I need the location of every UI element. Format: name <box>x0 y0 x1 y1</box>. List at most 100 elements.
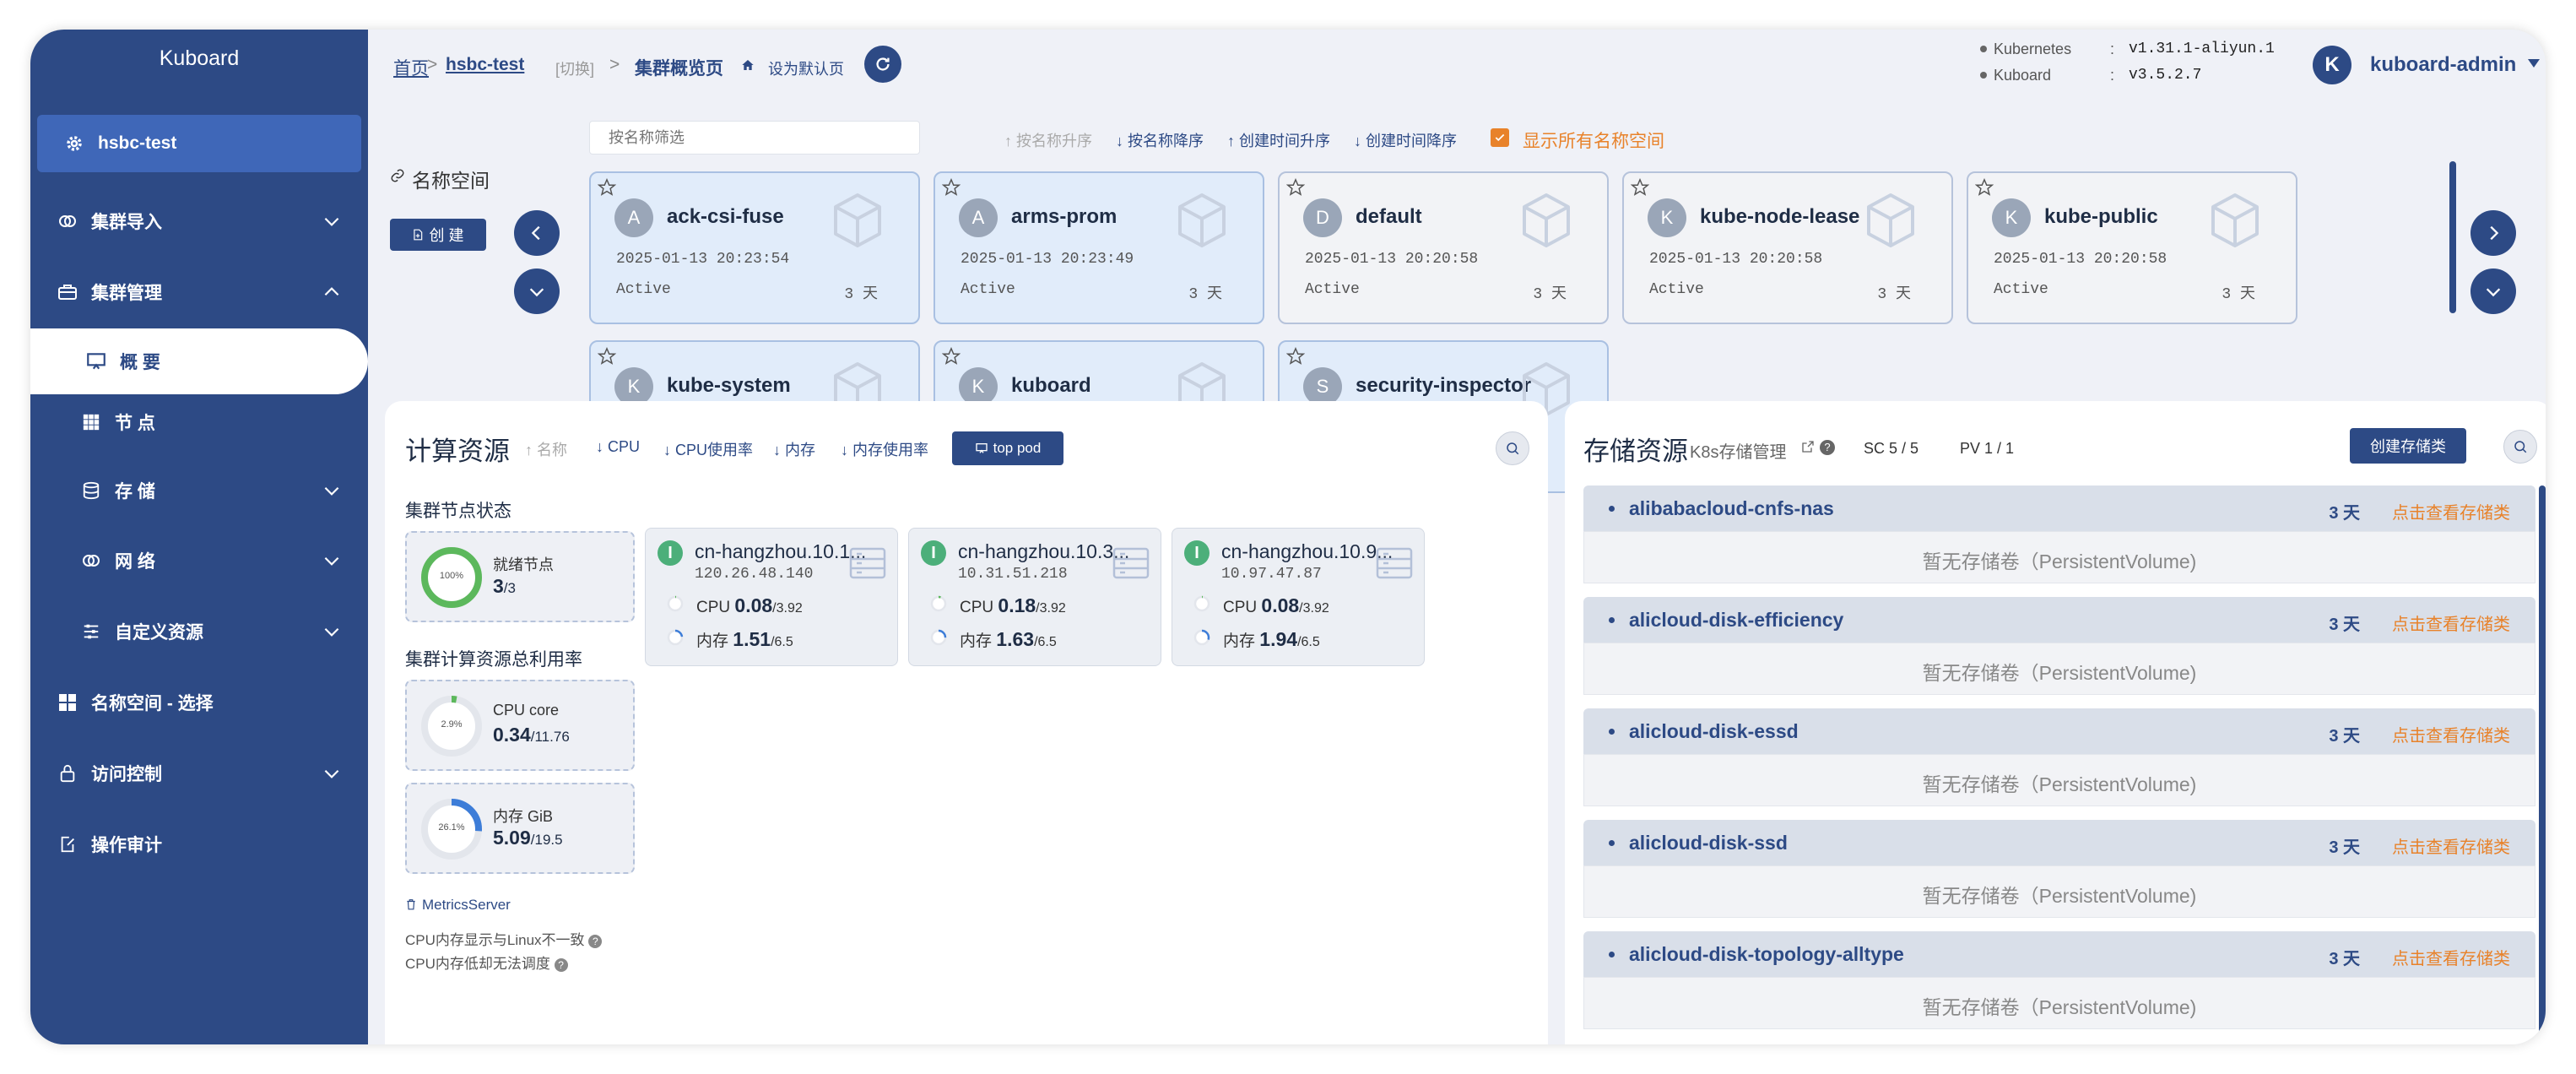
sort-cpu-usage[interactable]: ↓ CPU使用率 <box>663 438 753 460</box>
metrics-server-link[interactable]: MetricsServer <box>422 897 511 914</box>
star-icon[interactable] <box>1286 347 1305 366</box>
sidebar-item-overview[interactable]: 概 要 <box>30 328 368 394</box>
storage-class-name[interactable]: alicloud-disk-essd <box>1629 720 1799 743</box>
scrollbar-thumb[interactable] <box>2449 161 2456 313</box>
sidebar-cluster[interactable]: hsbc-test <box>37 115 361 172</box>
sort-name-asc[interactable]: ↑ 按名称升序 <box>1004 129 1092 151</box>
sort-name[interactable]: ↑ 名称 <box>525 438 567 460</box>
sidebar-item-label: 集群导入 <box>91 213 162 232</box>
zoom-button[interactable] <box>1496 431 1529 465</box>
avatar[interactable]: K <box>2313 46 2351 84</box>
star-icon[interactable] <box>1631 178 1649 197</box>
breadcrumb-cluster[interactable]: hsbc-test <box>446 55 524 75</box>
star-icon[interactable] <box>598 347 616 366</box>
storage-class-header[interactable]: alibabacloud-cnfs-nas 3 天 点击查看存储类 <box>1583 485 2535 531</box>
storage-class-header[interactable]: alicloud-disk-topology-alltype 3 天 点击查看存储类 <box>1583 931 2535 977</box>
sidebar-item-cluster-import[interactable]: 集群导入 <box>30 192 368 251</box>
storage-class-name[interactable]: alicloud-disk-ssd <box>1629 832 1788 854</box>
namespace-card[interactable]: Aarms-prom 2025-01-13 20:23:49 Active 3 天 <box>934 171 1264 324</box>
namespace-avatar: K <box>1648 198 1686 237</box>
help-icon[interactable]: ? <box>1820 440 1835 455</box>
star-icon[interactable] <box>1286 178 1305 197</box>
storage-class-name[interactable]: alicloud-disk-efficiency <box>1629 609 1843 632</box>
note-cpu-schedule[interactable]: CPU内存低却无法调度 ? <box>405 952 568 973</box>
sort-name-desc[interactable]: ↓ 按名称降序 <box>1116 129 1204 151</box>
user-menu[interactable]: kuboard-admin <box>2370 53 2516 77</box>
storage-class-header[interactable]: alicloud-disk-efficiency 3 天 点击查看存储类 <box>1583 597 2535 643</box>
breadcrumb-switch[interactable]: [切换] <box>555 57 594 79</box>
sort-time-asc[interactable]: ↑ 创建时间升序 <box>1227 129 1330 151</box>
mem-mini-gauge <box>930 629 947 646</box>
create-storage-class-button[interactable]: 创建存储类 <box>2350 428 2466 464</box>
view-storage-class-link[interactable]: 点击查看存储类 <box>2392 499 2510 523</box>
server-icon <box>1112 547 1150 579</box>
collapse-button[interactable] <box>2470 268 2516 314</box>
node-card[interactable]: Icn-hangzhou.10.3... 10.31.51.218 CPU 0.18… <box>908 528 1161 666</box>
sidebar-item-network[interactable]: 网 络 <box>30 531 368 590</box>
sort-memory-usage[interactable]: ↓ 内存使用率 <box>841 438 928 460</box>
sidebar-item-nodes[interactable]: 节 点 <box>30 393 368 452</box>
scrollbar-thumb[interactable] <box>2539 485 2546 1044</box>
create-namespace-button[interactable]: 创 建 <box>390 219 486 251</box>
top-pod-button[interactable]: top pod <box>952 431 1063 465</box>
star-icon[interactable] <box>942 178 961 197</box>
top-bar: 首页 > hsbc-test [切换] > 集群概览页 设为默认页 Kubern… <box>368 30 2546 97</box>
namespace-card[interactable]: Kkube-public 2025-01-13 20:20:58 Active 3 天 <box>1967 171 2297 324</box>
view-storage-class-link[interactable]: 点击查看存储类 <box>2392 610 2510 635</box>
star-icon[interactable] <box>1975 178 1994 197</box>
namespace-name: default <box>1356 205 1422 228</box>
node-card[interactable]: Icn-hangzhou.10.9... 10.97.47.87 CPU 0.08/… <box>1172 528 1425 666</box>
cpu-value: 0.34/11.76 <box>493 724 570 746</box>
star-icon[interactable] <box>942 347 961 366</box>
sort-time-desc[interactable]: ↓ 创建时间降序 <box>1354 129 1457 151</box>
link-icon <box>391 169 404 182</box>
storage-class-age: 3 天 <box>2329 616 2360 634</box>
sidebar-item-storage[interactable]: 存 储 <box>30 461 368 520</box>
sidebar-item-label: 名称空间 - 选择 <box>91 694 214 713</box>
namespace-filter-input[interactable] <box>589 121 920 155</box>
storage-class-header[interactable]: alicloud-disk-ssd 3 天 点击查看存储类 <box>1583 820 2535 865</box>
empty-pv-message: 暂无存储卷（PersistentVolume) <box>1583 643 2535 695</box>
expand-button[interactable] <box>514 268 560 314</box>
show-all-checkbox[interactable] <box>1491 128 1509 147</box>
node-memory: 内存 1.94/6.5 <box>1223 628 1320 650</box>
view-storage-class-link[interactable]: 点击查看存储类 <box>2392 945 2510 969</box>
zoom-button[interactable] <box>2503 430 2537 464</box>
namespace-card[interactable]: Kkube-node-lease 2025-01-13 20:20:58 Activ… <box>1622 171 1953 324</box>
sidebar-item-cluster-manage[interactable]: 集群管理 <box>30 263 368 322</box>
breadcrumb-home[interactable]: 首页 <box>393 55 429 80</box>
node-card[interactable]: Icn-hangzhou.10.1... 120.26.48.140 CPU 0.0… <box>645 528 898 666</box>
view-storage-class-link[interactable]: 点击查看存储类 <box>2392 722 2510 746</box>
sort-cpu[interactable]: ↓ CPU <box>596 438 640 456</box>
cpu-mini-gauge <box>1193 595 1210 612</box>
ready-nodes-box: 100% 就绪节点 3/3 <box>405 531 635 622</box>
sidebar-item-namespace-select[interactable]: 名称空间 - 选择 <box>30 673 368 732</box>
brand-logo: Kuboard <box>159 46 240 70</box>
trash-icon <box>407 899 415 910</box>
storage-class-header[interactable]: alicloud-disk-essd 3 天 点击查看存储类 <box>1583 708 2535 754</box>
prev-button[interactable] <box>514 210 560 256</box>
namespace-card[interactable]: Ddefault 2025-01-13 20:20:58 Active 3 天 <box>1278 171 1609 324</box>
view-storage-class-link[interactable]: 点击查看存储类 <box>2392 833 2510 858</box>
refresh-button[interactable] <box>864 46 901 83</box>
sort-memory[interactable]: ↓ 内存 <box>773 438 815 460</box>
storage-class-name[interactable]: alicloud-disk-topology-alltype <box>1629 943 1904 966</box>
next-button[interactable] <box>2470 210 2516 256</box>
node-cpu: CPU 0.08/3.92 <box>696 594 803 616</box>
chevron-up-icon <box>324 287 339 296</box>
cube-icon <box>1867 193 1914 247</box>
set-default-link[interactable]: 设为默认页 <box>768 57 844 79</box>
edit-doc-icon <box>56 833 79 856</box>
sidebar-item-audit[interactable]: 操作审计 <box>30 815 368 874</box>
namespace-card[interactable]: Aack-csi-fuse 2025-01-13 20:23:54 Active 3 … <box>589 171 920 324</box>
storage-class-name[interactable]: alibabacloud-cnfs-nas <box>1629 497 1834 520</box>
chevron-down-icon <box>529 288 544 297</box>
node-ip: 10.97.47.87 <box>1221 566 1322 583</box>
star-icon[interactable] <box>598 178 616 197</box>
note-cpu-linux[interactable]: CPU内存显示与Linux不一致 ? <box>405 928 603 949</box>
caret-down-icon[interactable] <box>2527 58 2541 68</box>
k8s-storage-link[interactable]: K8s存储管理 <box>1690 438 1786 463</box>
sidebar-item-access-control[interactable]: 访问控制 <box>30 744 368 803</box>
server-icon <box>849 547 886 579</box>
sidebar-item-crd[interactable]: 自定义资源 <box>30 602 368 661</box>
